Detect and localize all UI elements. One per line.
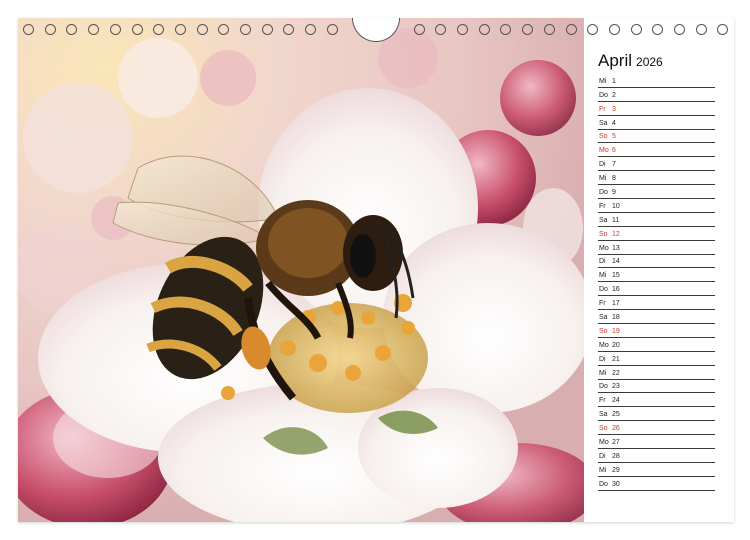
day-number: 8 [612,175,616,183]
day-number: 25 [612,411,620,419]
day-weekday: So [599,425,608,433]
day-row: So 19 [598,324,715,338]
day-row: Do 16 [598,282,715,297]
day-number: 11 [612,216,620,224]
day-row: Mi 22 [598,366,715,380]
day-weekday: Fr [599,105,606,113]
day-row: Do 9 [598,185,715,200]
day-weekday: Mi [599,466,607,474]
day-number: 21 [612,355,620,363]
day-weekday: Do [599,480,608,488]
day-number: 6 [612,147,616,155]
day-row: So 12 [598,227,715,241]
day-number: 23 [612,383,620,391]
day-number: 12 [612,230,620,238]
day-weekday: Fr [599,202,606,210]
day-weekday: Fr [599,300,606,308]
day-row: Di 7 [598,157,715,172]
day-row: So 5 [598,130,715,144]
day-number: 17 [612,300,620,308]
day-row: Mi 8 [598,171,715,186]
calendar-header: April 2026 [598,51,663,71]
day-row: Mi 15 [598,268,715,283]
day-weekday: Sa [599,216,608,224]
day-weekday: Di [599,258,606,266]
day-weekday: So [599,133,608,141]
day-weekday: Mi [599,272,607,280]
day-row: Sa 25 [598,407,715,422]
day-number: 13 [612,244,620,252]
day-number: 16 [612,286,620,294]
day-row: Sa 4 [598,116,715,130]
day-row: Fr 3 [598,102,715,116]
day-weekday: So [599,230,608,238]
month-title: April [598,51,633,70]
day-number: 27 [612,439,620,447]
day-row: Sa 18 [598,310,715,325]
day-number: 2 [612,91,616,99]
day-weekday: Di [599,452,606,460]
calendar-page: April 2026 Mi 1 Do 2 Fr 3 Sa 4 So 5 Mo 6 Di 7 Mi 8 Do 9 Fr 1… [18,18,734,522]
day-row: Di 14 [598,255,715,269]
day-row: Fr 24 [598,393,715,408]
day-number: 28 [612,452,620,460]
day-row: Mo 6 [598,143,715,158]
day-row: So 26 [598,421,715,436]
bee-on-blossom-photo [18,18,584,522]
day-number: 26 [612,425,620,433]
day-number: 30 [612,480,620,488]
day-weekday: Di [599,161,606,169]
day-row: Mo 13 [598,241,715,255]
day-number: 29 [612,466,620,474]
day-weekday: Do [599,189,608,197]
day-weekday: Mo [599,244,609,252]
day-weekday: Mi [599,369,607,377]
year-label: 2026 [636,55,663,69]
day-number: 9 [612,189,616,197]
day-number: 15 [612,272,620,280]
day-weekday: Mo [599,341,609,349]
day-number: 19 [612,327,620,335]
day-weekday: Mo [599,147,609,155]
day-weekday: Do [599,91,608,99]
day-number: 18 [612,314,620,322]
day-weekday: So [599,327,608,335]
day-number: 14 [612,258,620,266]
day-weekday: Do [599,383,608,391]
day-weekday: Sa [599,119,608,127]
day-weekday: Di [599,355,606,363]
day-weekday: Mi [599,175,607,183]
day-row: Sa 11 [598,213,715,227]
day-row: Fr 10 [598,199,715,213]
day-weekday: Sa [599,411,608,419]
day-row: Di 28 [598,449,715,463]
day-number: 10 [612,202,620,210]
day-row: Do 2 [598,88,715,102]
day-weekday: Mi [599,77,607,85]
day-weekday: Mo [599,439,609,447]
day-row: Mo 20 [598,338,715,352]
day-weekday: Sa [599,314,608,322]
day-row: Di 21 [598,352,715,366]
day-row: Mi 1 [598,74,715,88]
day-weekday: Do [599,286,608,294]
day-number: 22 [612,369,620,377]
day-number: 20 [612,341,620,349]
day-list: Mi 1 Do 2 Fr 3 Sa 4 So 5 Mo 6 Di 7 Mi 8 Do 9 Fr 10 Sa 11 So 12 M… [598,74,715,491]
calendar-panel: April 2026 Mi 1 Do 2 Fr 3 Sa 4 So 5 Mo 6 Di 7 Mi 8 Do 9 Fr 1… [584,18,734,522]
day-number: 24 [612,397,620,405]
day-row: Mo 27 [598,435,715,450]
day-number: 1 [612,77,616,85]
day-weekday: Fr [599,397,606,405]
day-row: Do 23 [598,380,715,394]
day-row: Do 30 [598,477,715,491]
day-number: 4 [612,119,616,127]
day-row: Mi 29 [598,463,715,477]
day-number: 3 [612,105,616,113]
day-row: Fr 17 [598,296,715,311]
day-number: 5 [612,133,616,141]
day-number: 7 [612,161,616,169]
